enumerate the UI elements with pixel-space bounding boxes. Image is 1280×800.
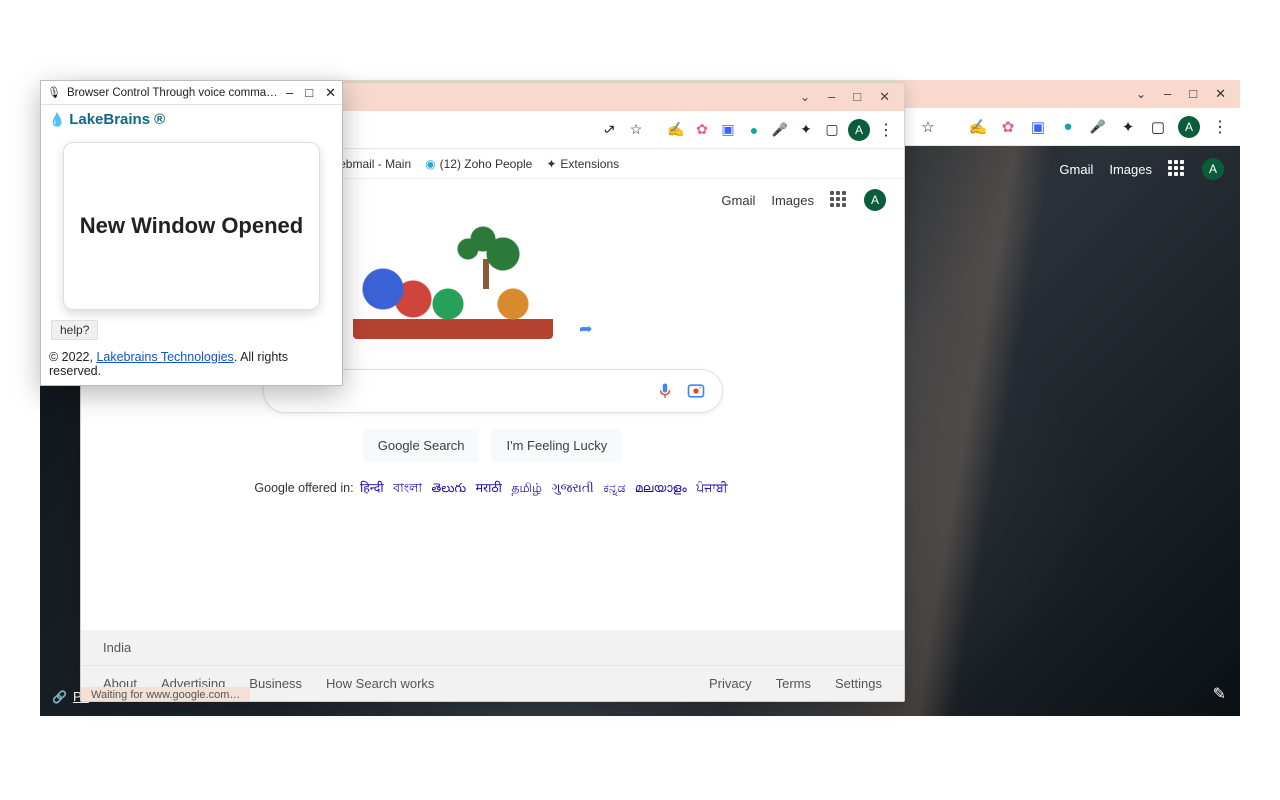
zoho-icon — [425, 157, 435, 171]
lakebrains-link[interactable]: Lakebrains Technologies — [96, 350, 233, 364]
offered-lang-link[interactable]: ਪੰਜਾਬੀ — [696, 481, 727, 495]
popup-maximize-button[interactable] — [305, 85, 313, 101]
bg-close-button[interactable] — [1215, 86, 1226, 102]
bg-gmail-link[interactable]: Gmail — [1059, 162, 1093, 177]
fg-window-controls — [790, 83, 900, 111]
footer-settings[interactable]: Settings — [835, 676, 882, 691]
search-buttons: Google Search I'm Feeling Lucky — [363, 429, 622, 462]
offered-lang-link[interactable]: मराठी — [476, 481, 502, 495]
lens-search-icon[interactable] — [686, 381, 708, 401]
footer-country: India — [81, 630, 904, 666]
voice-search-icon[interactable] — [656, 382, 676, 400]
google-search-button[interactable]: Google Search — [363, 429, 480, 462]
link-icon — [52, 689, 67, 704]
bm-extensions[interactable]: Extensions — [546, 157, 619, 171]
fg-ext-icon-3[interactable] — [718, 120, 738, 140]
lakebrains-logo: LakeBrains® — [41, 105, 342, 134]
fg-close-button[interactable] — [879, 89, 890, 105]
copyright-line: © 2022, Lakebrains Technologies. All rig… — [41, 348, 342, 386]
fg-ext-mic-icon[interactable] — [770, 120, 790, 140]
fg-menu-icon[interactable] — [876, 120, 896, 140]
bg-topright-links: Gmail Images A — [1059, 158, 1224, 180]
fg-ext-icon-1[interactable] — [666, 120, 686, 140]
bg-profile-avatar[interactable]: A — [1178, 116, 1200, 138]
offered-lang-link[interactable]: हिन्दी — [360, 481, 384, 495]
popup-close-button[interactable] — [325, 85, 336, 101]
footer-business[interactable]: Business — [249, 676, 302, 691]
fg-extensions-puzzle-icon[interactable]: ✦ — [796, 120, 816, 140]
gmail-link[interactable]: Gmail — [721, 193, 755, 208]
fg-ext-icon-4[interactable] — [744, 120, 764, 140]
fg-ext-icon-2[interactable] — [692, 120, 712, 140]
bg-apps-grid-icon[interactable] — [1168, 160, 1186, 178]
fg-share-icon[interactable] — [600, 120, 620, 140]
bm-zoho[interactable]: (12) Zoho People — [425, 157, 532, 171]
offered-lang-link[interactable]: ગુજરાતી — [551, 481, 593, 495]
fg-sidepanel-icon[interactable] — [822, 120, 842, 140]
offered-lang-link[interactable]: தமிழ் — [511, 481, 542, 495]
offered-languages: Google offered in: हिन्दी বাংলা తెలుగు म… — [254, 479, 730, 500]
puzzle-icon — [546, 157, 556, 171]
fg-maximize-button[interactable] — [853, 89, 861, 105]
sidepanel-icon[interactable] — [1148, 117, 1168, 137]
footer-privacy[interactable]: Privacy — [709, 676, 752, 691]
popup-title-text: Browser Control Through voice comman… — [67, 87, 280, 99]
bg-minimize-button[interactable] — [1164, 86, 1171, 102]
ext-icon-2[interactable] — [998, 117, 1018, 137]
bg-maximize-button[interactable] — [1189, 86, 1197, 102]
doodle-image — [353, 219, 553, 339]
feeling-lucky-button[interactable]: I'm Feeling Lucky — [491, 429, 622, 462]
fg-bookmark-star-icon[interactable] — [626, 120, 646, 140]
help-button[interactable]: help? — [51, 320, 98, 340]
footer-how-search[interactable]: How Search works — [326, 676, 434, 691]
logo-drop-icon — [49, 111, 65, 128]
offered-lang-link[interactable]: ಕನ್ನಡ — [603, 481, 625, 495]
offered-lang-link[interactable]: বাংলা — [393, 481, 422, 495]
offered-lang-link[interactable]: తెలుగు — [432, 481, 467, 495]
fg-dropdown-icon[interactable] — [800, 89, 810, 105]
bg-images-link[interactable]: Images — [1109, 162, 1152, 177]
extension-popup-window: Browser Control Through voice comman… La… — [40, 80, 343, 386]
images-link[interactable]: Images — [771, 193, 814, 208]
fg-profile-avatar[interactable]: A — [848, 119, 870, 141]
fg-minimize-button[interactable] — [828, 89, 835, 105]
ext-icon-4[interactable] — [1058, 117, 1078, 137]
bookmark-star-icon[interactable] — [918, 117, 938, 137]
status-card-text: New Window Opened — [80, 213, 303, 239]
google-avatar[interactable]: A — [864, 189, 886, 211]
ext-icon-3[interactable] — [1028, 117, 1048, 137]
ext-icon-1[interactable] — [968, 117, 988, 137]
bg-window-controls — [1136, 86, 1234, 102]
extensions-puzzle-icon[interactable]: ✦ — [1118, 117, 1138, 137]
doodle-share-icon[interactable] — [579, 319, 592, 339]
offered-lang-link[interactable]: മലയാളം — [635, 481, 687, 495]
bg-dropdown-icon[interactable] — [1136, 86, 1146, 102]
google-apps-grid-icon[interactable] — [830, 191, 848, 209]
google-header: Gmail Images A — [721, 189, 886, 211]
offered-label: Google offered in: — [254, 481, 353, 495]
customize-pencil-icon[interactable] — [1213, 684, 1226, 704]
popup-minimize-button[interactable] — [286, 85, 293, 101]
ext-mic-icon[interactable] — [1088, 117, 1108, 137]
status-bar: Waiting for www.google.com… — [81, 687, 250, 701]
popup-mic-icon — [47, 86, 61, 99]
popup-titlebar: Browser Control Through voice comman… — [41, 81, 342, 105]
bg-menu-icon[interactable] — [1210, 117, 1230, 137]
google-doodle[interactable] — [353, 219, 573, 349]
bg-page-avatar[interactable]: A — [1202, 158, 1224, 180]
status-card: New Window Opened — [63, 142, 320, 310]
footer-terms[interactable]: Terms — [776, 676, 811, 691]
